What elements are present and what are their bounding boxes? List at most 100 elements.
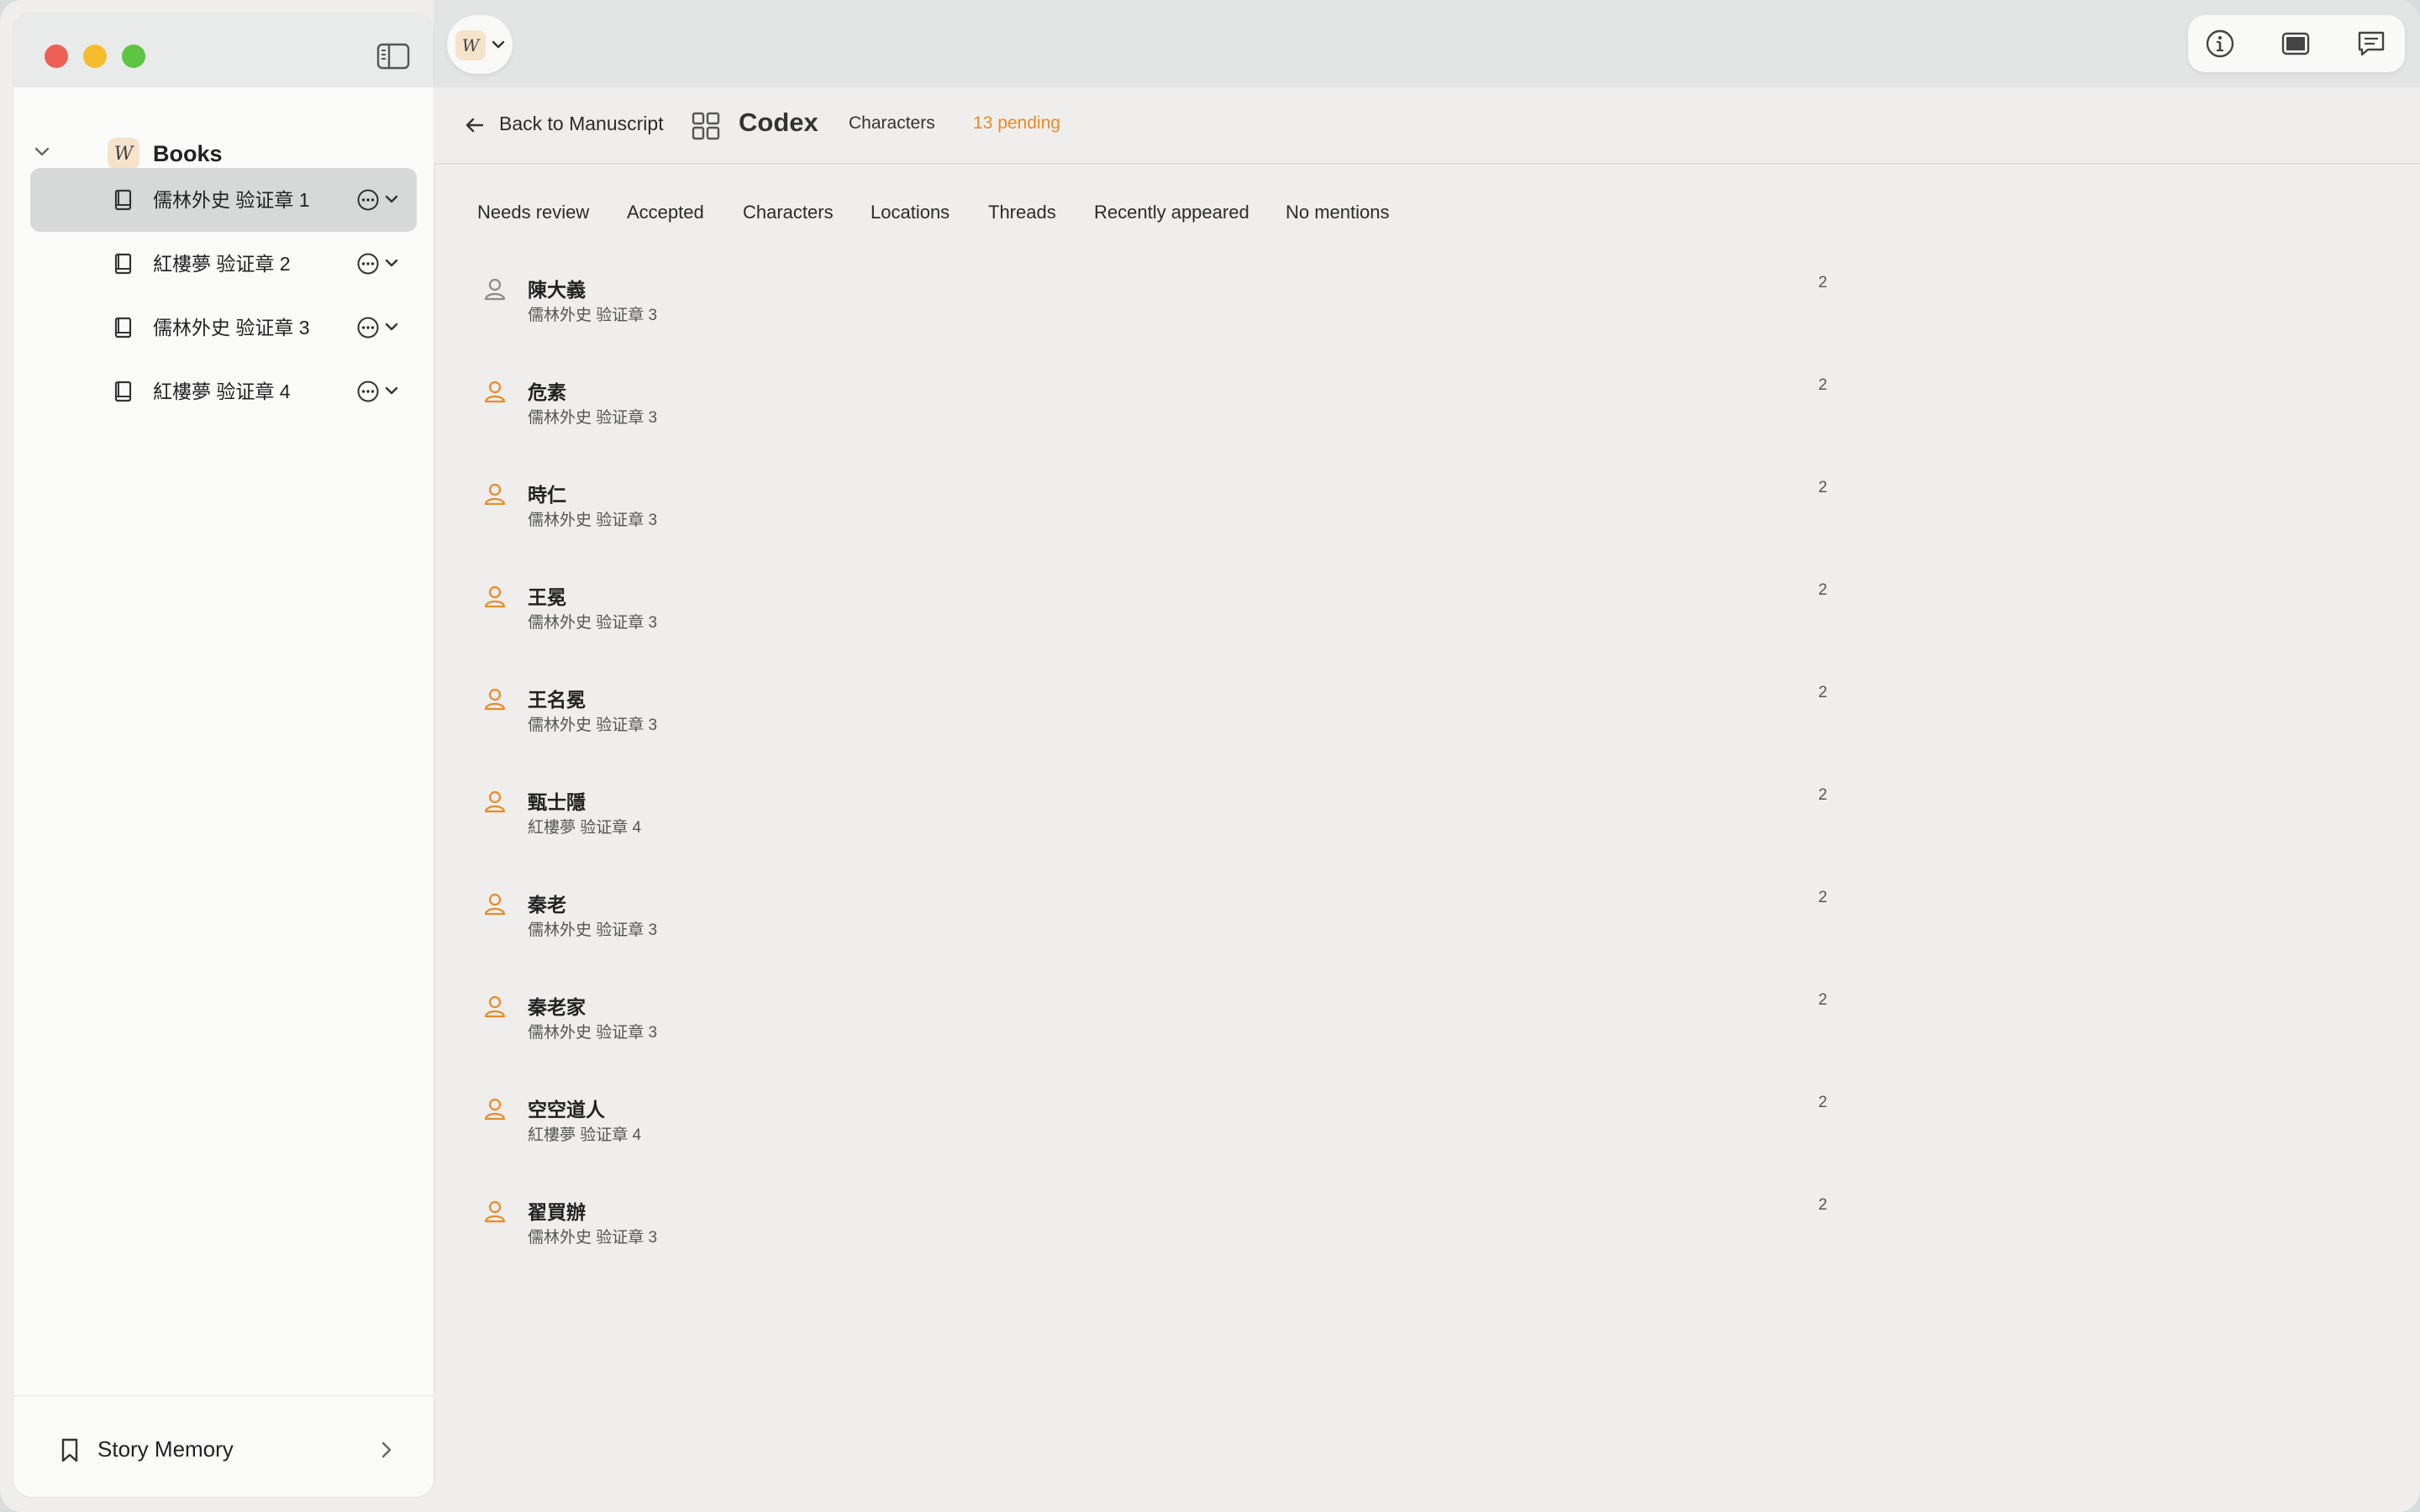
person-icon (484, 790, 506, 813)
close-window-button[interactable] (45, 45, 68, 68)
sidebar-toggle-icon[interactable] (376, 42, 410, 71)
book-label: 紅樓夢 验证章 2 (153, 253, 291, 275)
book-item[interactable]: 儒林外史 验证章 3 (30, 296, 417, 360)
list-item[interactable]: 甄士隱 紅樓夢 验证章 4 2 (434, 780, 1854, 882)
more-icon[interactable] (356, 316, 380, 339)
mention-count: 2 (1818, 786, 1828, 804)
book-icon (114, 189, 132, 211)
more-icon[interactable] (356, 380, 380, 403)
mention-count: 2 (1818, 376, 1828, 394)
entry-source: 儒林外史 验证章 3 (528, 1024, 658, 1042)
list-item[interactable]: 陳大義 儒林外史 验证章 3 2 (434, 267, 1854, 370)
tab-needs-review[interactable]: Needs review (477, 202, 589, 223)
chevron-down-icon[interactable] (383, 382, 400, 399)
mention-count: 2 (1818, 991, 1828, 1009)
chevron-down-icon[interactable] (383, 255, 400, 271)
entry-name: 空空道人 (528, 1099, 605, 1121)
tab-recently-appeared[interactable]: Recently appeared (1094, 202, 1249, 223)
book-item[interactable]: 紅樓夢 验证章 4 (30, 360, 417, 423)
tab-no-mentions[interactable]: No mentions (1286, 202, 1390, 223)
mention-count: 2 (1818, 581, 1828, 599)
entry-name: 翟買辦 (528, 1201, 586, 1223)
entry-name: 時仁 (528, 484, 566, 506)
list-item[interactable]: 王冕 儒林外史 验证章 3 2 (434, 575, 1854, 677)
app-window: W Books 儒林外史 验证章 1 紅樓夢 验证章 2 儒林外史 验证章 3 … (0, 0, 2420, 1512)
entry-name: 王冕 (528, 586, 566, 608)
entry-name: 秦老家 (528, 996, 586, 1018)
back-arrow-icon[interactable] (464, 114, 486, 136)
list-item[interactable]: 危素 儒林外史 验证章 3 2 (434, 370, 1854, 472)
more-icon[interactable] (356, 252, 380, 276)
book-icon (114, 381, 132, 402)
display-icon[interactable] (2281, 29, 2311, 59)
person-icon (484, 893, 506, 916)
breadcrumb: Characters (849, 113, 935, 133)
entry-name: 甄士隱 (528, 791, 586, 813)
comment-icon[interactable] (2356, 29, 2386, 59)
person-icon (484, 688, 506, 711)
person-icon (484, 278, 506, 301)
person-icon (484, 1200, 506, 1223)
mention-count: 2 (1818, 1196, 1828, 1214)
entry-source: 儒林外史 验证章 3 (528, 1229, 658, 1247)
codex-header: Back to Manuscript Codex Characters 13 p… (434, 87, 2420, 165)
chevron-down-icon (492, 40, 505, 49)
tab-threads[interactable]: Threads (988, 202, 1056, 223)
back-to-manuscript-link[interactable]: Back to Manuscript (499, 113, 664, 135)
bookmark-icon (61, 1438, 78, 1462)
pending-badge: 13 pending (973, 113, 1060, 133)
entry-source: 紅樓夢 验证章 4 (528, 1126, 642, 1144)
story-memory-label: Story Memory (97, 1436, 234, 1462)
mention-count: 2 (1818, 889, 1828, 906)
chevron-down-icon[interactable] (32, 141, 52, 161)
grid-icon (692, 112, 720, 140)
book-label: 儒林外史 验证章 1 (153, 189, 310, 211)
person-icon (484, 585, 506, 608)
list-item[interactable]: 王名冕 儒林外史 验证章 3 2 (434, 677, 1854, 780)
entry-name: 危素 (528, 381, 566, 403)
entry-source: 儒林外史 验证章 3 (528, 614, 658, 632)
book-label: 紅樓夢 验证章 4 (153, 381, 291, 402)
chevron-down-icon[interactable] (383, 191, 400, 207)
list-item[interactable]: 翟買辦 儒林外史 验证章 3 2 (434, 1189, 1854, 1292)
tab-accepted[interactable]: Accepted (627, 202, 704, 223)
entry-source: 儒林外史 验证章 3 (528, 921, 658, 939)
tab-characters[interactable]: Characters (743, 202, 834, 223)
person-icon (484, 995, 506, 1018)
mention-count: 2 (1818, 1094, 1828, 1111)
entry-name: 王名冕 (528, 689, 586, 711)
more-icon[interactable] (356, 188, 380, 212)
sidebar-titlebar (13, 13, 434, 87)
sidebar: W Books 儒林外史 验证章 1 紅樓夢 验证章 2 儒林外史 验证章 3 … (13, 13, 434, 1497)
minimize-window-button[interactable] (83, 45, 107, 68)
info-icon[interactable] (2205, 29, 2235, 59)
entry-source: 儒林外史 验证章 3 (528, 409, 658, 427)
person-icon (484, 1098, 506, 1121)
list-item[interactable]: 秦老 儒林外史 验证章 3 2 (434, 882, 1854, 984)
app-logo: W (455, 30, 486, 60)
chevron-down-icon[interactable] (383, 318, 400, 335)
entry-source: 儒林外史 验证章 3 (528, 717, 658, 734)
book-item[interactable]: 紅樓夢 验证章 2 (30, 232, 417, 296)
book-icon (114, 317, 132, 339)
entry-source: 儒林外史 验证章 3 (528, 307, 658, 324)
list-item[interactable]: 空空道人 紅樓夢 验证章 4 2 (434, 1087, 1854, 1189)
tab-locations[interactable]: Locations (871, 202, 950, 223)
main-toolbar (434, 0, 2420, 87)
book-item[interactable]: 儒林外史 验证章 1 (30, 168, 417, 232)
mention-count: 2 (1818, 274, 1828, 291)
zoom-window-button[interactable] (122, 45, 145, 68)
person-icon (484, 381, 506, 403)
toolbar-actions (2188, 15, 2405, 72)
mention-count: 2 (1818, 684, 1828, 701)
list-item[interactable]: 秦老家 儒林外史 验证章 3 2 (434, 984, 1854, 1087)
list-item[interactable]: 時仁 儒林外史 验证章 3 2 (434, 472, 1854, 575)
book-label: 儒林外史 验证章 3 (153, 317, 310, 339)
chevron-right-icon (381, 1441, 392, 1458)
entry-source: 紅樓夢 验证章 4 (528, 819, 642, 837)
entry-source: 儒林外史 验证章 3 (528, 512, 658, 529)
entry-name: 秦老 (528, 894, 566, 916)
app-switcher-button[interactable]: W (447, 15, 513, 74)
story-memory-button[interactable]: Story Memory (13, 1395, 434, 1497)
book-icon (114, 253, 132, 275)
